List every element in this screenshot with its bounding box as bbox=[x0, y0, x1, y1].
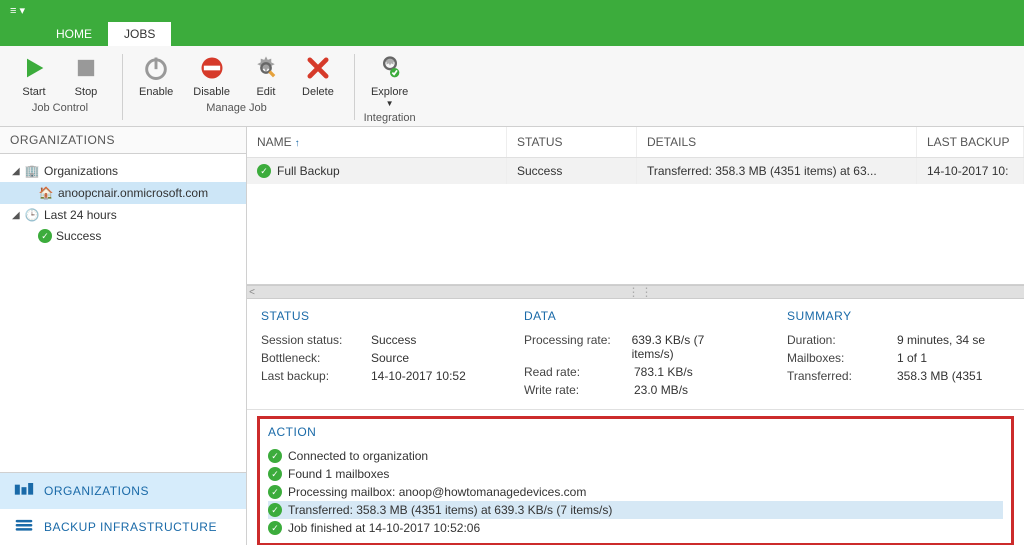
left-navigation: ORGANIZATIONS ◢ 🏢 Organizations 🏠 anoopc… bbox=[0, 127, 247, 545]
ribbon-group-integration: Explore ▼ Integration bbox=[361, 50, 418, 124]
panel-summary: SUMMARY Duration:9 minutes, 34 se Mailbo… bbox=[787, 309, 1010, 401]
nav-label: ORGANIZATIONS bbox=[44, 484, 149, 498]
tree-label: Last 24 hours bbox=[44, 208, 117, 222]
enable-label: Enable bbox=[139, 86, 173, 98]
stop-button[interactable]: Stop bbox=[60, 50, 112, 100]
col-name[interactable]: NAME↑ bbox=[247, 127, 507, 157]
job-last-backup: 14-10-2017 10: bbox=[917, 158, 1024, 184]
stop-label: Stop bbox=[75, 86, 98, 98]
leftnav-title: ORGANIZATIONS bbox=[0, 127, 246, 154]
edit-label: Edit bbox=[256, 86, 275, 98]
explore-label: Explore bbox=[371, 86, 408, 98]
start-label: Start bbox=[22, 86, 45, 98]
org-icon: 🏢 bbox=[24, 163, 40, 179]
gear-edit-icon bbox=[250, 52, 282, 84]
success-icon bbox=[257, 164, 271, 178]
tenant-icon: 🏠 bbox=[38, 185, 54, 201]
ribbon-group-job-control: Start Stop Job Control bbox=[8, 50, 112, 124]
menu-icon[interactable]: ≡ ▾ bbox=[4, 4, 31, 17]
nav-bottom: ORGANIZATIONS BACKUP INFRASTRUCTURE bbox=[0, 472, 246, 545]
success-icon bbox=[268, 449, 282, 463]
action-title: ACTION bbox=[268, 425, 1003, 439]
backup-infra-icon bbox=[14, 519, 34, 535]
delete-label: Delete bbox=[302, 86, 334, 98]
ribbon-tabs: HOME JOBS bbox=[0, 20, 1024, 46]
tree-label: anoopcnair.onmicrosoft.com bbox=[58, 186, 208, 200]
job-name: Full Backup bbox=[277, 164, 340, 178]
list-item[interactable]: Found 1 mailboxes bbox=[268, 465, 1003, 483]
success-icon bbox=[268, 503, 282, 517]
panel-title: STATUS bbox=[261, 309, 484, 323]
success-icon bbox=[268, 467, 282, 481]
explore-icon bbox=[374, 52, 406, 84]
tree-success[interactable]: Success bbox=[0, 226, 246, 246]
col-last-backup[interactable]: LAST BACKUP bbox=[917, 127, 1024, 157]
expander-icon[interactable]: ◢ bbox=[12, 210, 22, 221]
ribbon: Start Stop Job Control Enable Disable Ed… bbox=[0, 46, 1024, 127]
tree-label: Success bbox=[56, 229, 101, 243]
list-item[interactable]: Connected to organization bbox=[268, 447, 1003, 465]
stop-icon bbox=[70, 52, 102, 84]
action-log: ACTION Connected to organization Found 1… bbox=[257, 416, 1014, 545]
col-details[interactable]: DETAILS bbox=[637, 127, 917, 157]
table-row[interactable]: Full Backup Success Transferred: 358.3 M… bbox=[247, 158, 1024, 184]
tree: ◢ 🏢 Organizations 🏠 anoopcnair.onmicroso… bbox=[0, 154, 246, 472]
list-item[interactable]: Transferred: 358.3 MB (4351 items) at 63… bbox=[268, 501, 1003, 519]
success-icon bbox=[38, 229, 52, 243]
panel-title: DATA bbox=[524, 309, 747, 323]
tree-organizations[interactable]: ◢ 🏢 Organizations bbox=[0, 160, 246, 182]
panel-status: STATUS Session status:Success Bottleneck… bbox=[261, 309, 484, 401]
job-details: Transferred: 358.3 MB (4351 items) at 63… bbox=[637, 158, 917, 184]
job-status: Success bbox=[507, 158, 637, 184]
tree-last24[interactable]: ◢ 🕒 Last 24 hours bbox=[0, 204, 246, 226]
tab-jobs[interactable]: JOBS bbox=[108, 22, 171, 46]
nav-backup-infra[interactable]: BACKUP INFRASTRUCTURE bbox=[0, 509, 246, 545]
content-area: NAME↑ STATUS DETAILS LAST BACKUP Full Ba… bbox=[247, 127, 1024, 545]
ribbon-group-manage-job: Enable Disable Edit Delete Manage Job bbox=[129, 50, 344, 124]
play-icon bbox=[18, 52, 50, 84]
jobs-header: NAME↑ STATUS DETAILS LAST BACKUP bbox=[247, 127, 1024, 158]
jobs-table: NAME↑ STATUS DETAILS LAST BACKUP Full Ba… bbox=[247, 127, 1024, 285]
tree-org-child[interactable]: 🏠 anoopcnair.onmicrosoft.com bbox=[0, 182, 246, 204]
integration-group-label: Integration bbox=[361, 112, 418, 124]
list-item[interactable]: Processing mailbox: anoop@howtomanagedev… bbox=[268, 483, 1003, 501]
power-icon bbox=[140, 52, 172, 84]
manage-job-group-label: Manage Job bbox=[129, 102, 344, 114]
disable-label: Disable bbox=[193, 86, 230, 98]
panel-title: SUMMARY bbox=[787, 309, 1010, 323]
list-item[interactable]: Job finished at 14-10-2017 10:52:06 bbox=[268, 519, 1003, 537]
disable-button[interactable]: Disable bbox=[183, 50, 240, 100]
tree-label: Organizations bbox=[44, 164, 118, 178]
nav-label: BACKUP INFRASTRUCTURE bbox=[44, 520, 217, 534]
chevron-down-icon: ▼ bbox=[386, 99, 394, 108]
prohibit-icon bbox=[196, 52, 228, 84]
enable-button[interactable]: Enable bbox=[129, 50, 183, 100]
start-button[interactable]: Start bbox=[8, 50, 60, 100]
edit-button[interactable]: Edit bbox=[240, 50, 292, 100]
job-control-group-label: Job Control bbox=[8, 102, 112, 114]
tab-home[interactable]: HOME bbox=[40, 22, 108, 46]
nav-organizations[interactable]: ORGANIZATIONS bbox=[0, 473, 246, 509]
sort-asc-icon: ↑ bbox=[295, 138, 300, 149]
expander-icon[interactable]: ◢ bbox=[12, 166, 22, 177]
success-icon bbox=[268, 521, 282, 535]
menu-bar: ≡ ▾ bbox=[0, 0, 1024, 20]
success-icon bbox=[268, 485, 282, 499]
delete-icon bbox=[302, 52, 334, 84]
details-panels: STATUS Session status:Success Bottleneck… bbox=[247, 299, 1024, 410]
horizontal-scrollbar[interactable]: < ⋮⋮ bbox=[247, 285, 1024, 299]
col-status[interactable]: STATUS bbox=[507, 127, 637, 157]
organizations-icon bbox=[14, 483, 34, 499]
delete-button[interactable]: Delete bbox=[292, 50, 344, 100]
panel-data: DATA Processing rate:639.3 KB/s (7 items… bbox=[524, 309, 747, 401]
explore-button[interactable]: Explore ▼ bbox=[361, 50, 418, 110]
clock-icon: 🕒 bbox=[24, 207, 40, 223]
